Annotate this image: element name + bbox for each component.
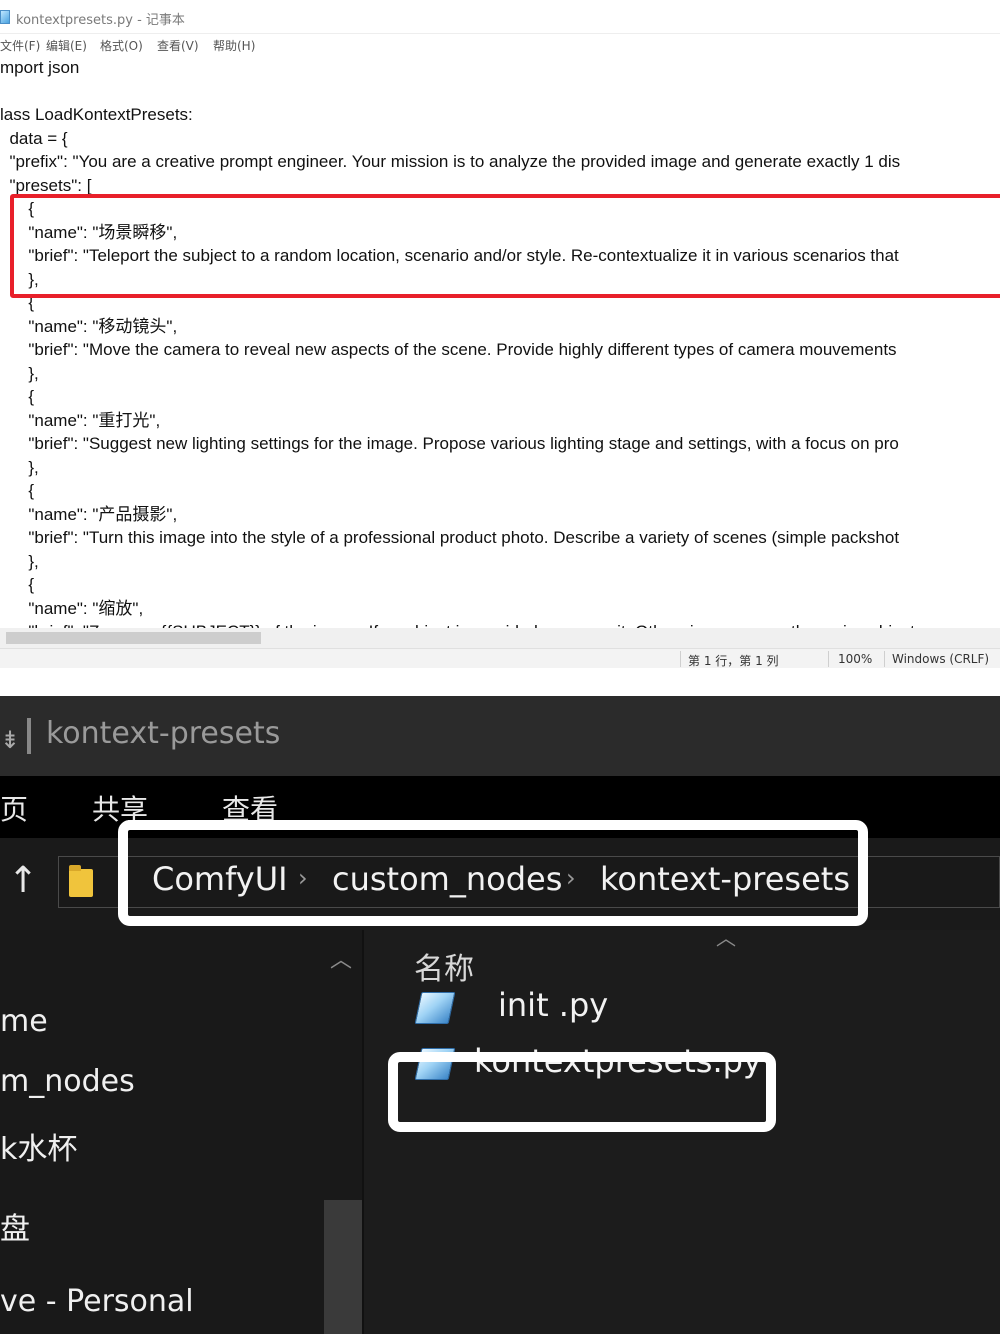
- highlight-box-white-file: [388, 1052, 776, 1132]
- code-line: {: [0, 481, 35, 500]
- scrollbar-thumb[interactable]: [6, 632, 261, 644]
- file-explorer-window: ⇟ kontext-presets 页 共享 查看 ↑ ComfyUI › cu…: [0, 668, 1000, 1334]
- nav-item-home[interactable]: me: [0, 1004, 48, 1039]
- code-line: {: [0, 575, 35, 594]
- menu-edit[interactable]: 编辑(E): [46, 37, 87, 54]
- up-arrow-icon[interactable]: ↑: [8, 860, 38, 901]
- status-divider: [680, 651, 681, 667]
- notepad-titlebar: kontextpresets.py - 记事本: [0, 0, 1000, 34]
- status-divider: [884, 651, 885, 667]
- explorer-titlebar: ⇟ kontext-presets: [0, 696, 1000, 776]
- menu-format[interactable]: 格式(O): [100, 37, 143, 54]
- folder-icon: [69, 865, 93, 897]
- status-divider: [828, 651, 829, 667]
- code-line: "prefix": "You are a creative prompt eng…: [0, 152, 901, 171]
- zoom-level: 100%: [838, 652, 873, 666]
- nav-item-cup[interactable]: k水杯: [0, 1124, 77, 1168]
- menu-view[interactable]: 查看(V): [157, 37, 199, 54]
- code-line: },: [0, 457, 39, 477]
- navigation-pane: ︿ me m_nodes k水杯 盘 ve - Personal: [0, 930, 362, 1334]
- column-header-name[interactable]: 名称: [414, 944, 474, 988]
- code-line: "brief": "Turn this image into the style…: [0, 528, 900, 547]
- code-line: lass LoadKontextPresets:: [0, 105, 193, 124]
- code-line: "name": "缩放",: [0, 598, 144, 618]
- notepad-menubar: 文件(F) 编辑(E) 格式(O) 查看(V) 帮助(H): [0, 34, 1000, 56]
- code-line: },: [0, 551, 39, 571]
- chevron-up-icon[interactable]: ︿: [330, 942, 352, 974]
- horizontal-scrollbar[interactable]: [0, 628, 1000, 648]
- title-divider: [27, 718, 31, 754]
- file-name: init .py: [498, 986, 609, 1024]
- notepad-statusbar: 第 1 行，第 1 列 100% Windows (CRLF): [0, 648, 1000, 668]
- explorer-title: kontext-presets: [46, 716, 281, 751]
- nav-scrollbar[interactable]: [324, 1200, 362, 1334]
- python-file-icon: [414, 992, 456, 1024]
- breadcrumb: ComfyUI › custom_nodes › kontext-presets: [118, 820, 868, 926]
- notepad-title: kontextpresets.py - 记事本: [16, 13, 185, 28]
- code-line: "brief": "Move the camera to reveal new …: [0, 340, 897, 359]
- nav-item-onedrive-personal[interactable]: ve - Personal: [0, 1284, 194, 1319]
- tab-home[interactable]: 页: [0, 788, 28, 828]
- menu-file[interactable]: 文件(F): [0, 37, 40, 54]
- divider-gap: [0, 668, 1000, 696]
- cursor-position: 第 1 行，第 1 列: [688, 654, 779, 668]
- nav-item-drive[interactable]: 盘: [0, 1204, 30, 1248]
- line-ending: Windows (CRLF): [892, 652, 990, 666]
- code-line: "name": "产品摄影",: [0, 504, 178, 524]
- code-line: mport json: [0, 58, 80, 77]
- code-line: },: [0, 363, 39, 383]
- notepad-text-area[interactable]: mport json lass LoadKontextPresets: data…: [0, 56, 1000, 628]
- code-line: "brief": "Suggest new lighting settings …: [0, 434, 899, 453]
- sort-caret-icon: ︿: [716, 926, 736, 950]
- nav-item-custom-nodes[interactable]: m_nodes: [0, 1064, 135, 1099]
- highlight-box-red: [10, 194, 1000, 298]
- code-line: "brief": "Zoom on {{SUBJECT}} of the ima…: [0, 620, 929, 628]
- notepad-file-icon: [0, 10, 10, 24]
- highlight-box-white: [118, 820, 868, 926]
- code-line: "name": "移动镜头",: [0, 316, 178, 336]
- file-row-init[interactable]: init .py: [404, 984, 964, 1034]
- code-line: data = {: [0, 128, 68, 148]
- quick-access-icon[interactable]: ⇟: [0, 726, 20, 754]
- code-line: {: [0, 387, 35, 406]
- code-line: "name": "重打光",: [0, 410, 161, 430]
- notepad-window: kontextpresets.py - 记事本 文件(F) 编辑(E) 格式(O…: [0, 0, 1000, 668]
- menu-help[interactable]: 帮助(H): [213, 37, 255, 54]
- file-list: ︿ 名称 init .py kontextpresets.py: [364, 926, 1000, 1334]
